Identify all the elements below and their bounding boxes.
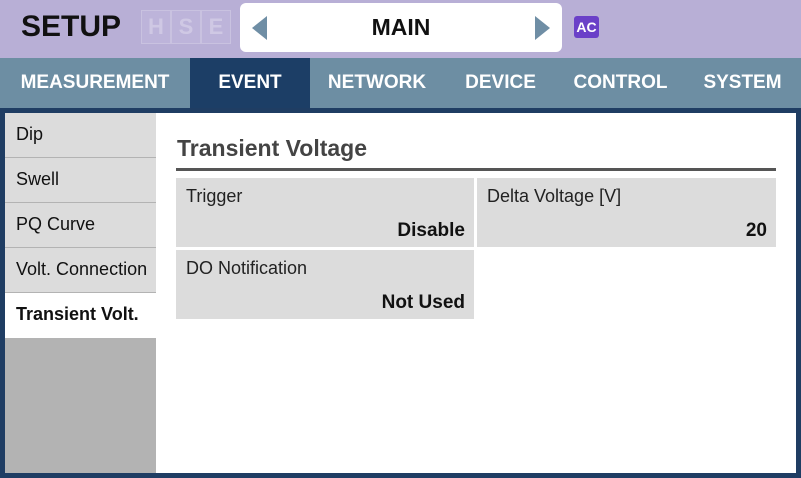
tab-system[interactable]: SYSTEM bbox=[684, 58, 801, 108]
tab-control[interactable]: CONTROL bbox=[557, 58, 684, 108]
setting-value: Not Used bbox=[381, 292, 465, 313]
main-tabbar: MEASUREMENT EVENT NETWORK DEVICE CONTROL… bbox=[0, 58, 801, 108]
page-selector-label: MAIN bbox=[371, 14, 431, 40]
hse-s-indicator: S bbox=[171, 10, 201, 44]
content-panel: Dip Swell PQ Curve Volt. Connection Tran… bbox=[5, 113, 796, 473]
app-title: SETUP bbox=[21, 10, 122, 43]
content-frame: Dip Swell PQ Curve Volt. Connection Tran… bbox=[0, 108, 801, 478]
setting-value: 20 bbox=[745, 220, 767, 241]
sidebar: Dip Swell PQ Curve Volt. Connection Tran… bbox=[5, 113, 156, 473]
setting-label: DO Notification bbox=[186, 258, 308, 278]
chevron-right-icon[interactable] bbox=[535, 16, 550, 40]
setting-do-notification[interactable]: DO Notification Not Used bbox=[176, 250, 474, 319]
setting-label: Trigger bbox=[186, 186, 243, 206]
chevron-left-icon[interactable] bbox=[252, 16, 267, 40]
ac-badge: AC bbox=[574, 16, 599, 38]
setting-value: Disable bbox=[397, 220, 465, 241]
tab-device[interactable]: DEVICE bbox=[444, 58, 557, 108]
tab-event[interactable]: EVENT bbox=[190, 58, 310, 108]
sidebar-item-swell[interactable]: Swell bbox=[5, 158, 156, 202]
section-title: Transient Voltage bbox=[177, 135, 368, 161]
setting-label: Delta Voltage [V] bbox=[487, 186, 622, 206]
setting-delta-voltage[interactable]: Delta Voltage [V] 20 bbox=[477, 178, 776, 247]
tab-measurement[interactable]: MEASUREMENT bbox=[0, 58, 190, 108]
hse-indicators: H S E bbox=[141, 10, 231, 44]
page-selector: MAIN bbox=[240, 3, 562, 52]
header-bar: SETUP H S E MAIN AC bbox=[0, 0, 801, 58]
sidebar-item-dip[interactable]: Dip bbox=[5, 113, 156, 157]
hse-e-indicator: E bbox=[201, 10, 231, 44]
tab-network[interactable]: NETWORK bbox=[310, 58, 444, 108]
setting-trigger[interactable]: Trigger Disable bbox=[176, 178, 474, 247]
sidebar-item-transient-volt[interactable]: Transient Volt. bbox=[5, 293, 156, 338]
title-divider bbox=[176, 168, 776, 171]
hse-h-indicator: H bbox=[141, 10, 171, 44]
sidebar-item-volt-connection[interactable]: Volt. Connection bbox=[5, 248, 156, 292]
sidebar-item-pq-curve[interactable]: PQ Curve bbox=[5, 203, 156, 247]
